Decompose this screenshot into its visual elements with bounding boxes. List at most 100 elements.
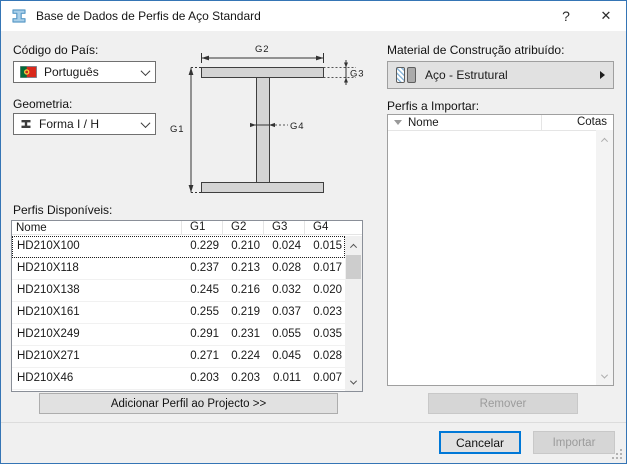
- cell-nome: HD210X161: [17, 306, 80, 318]
- table-row[interactable]: HD210X100 0.229 0.210 0.024 0.015: [12, 236, 345, 258]
- chevron-down-icon: [140, 117, 151, 128]
- help-icon: ?: [562, 8, 570, 24]
- beam-top-flange: [201, 67, 324, 78]
- cell-nome: HD210X249: [17, 328, 80, 340]
- cell-g3: 0.037: [272, 306, 301, 318]
- column-g1[interactable]: G1: [181, 221, 222, 235]
- cell-g4: 0.035: [313, 328, 342, 340]
- available-table-header: Nome G1 G2 G3 G4: [12, 221, 362, 235]
- cell-nome: HD210X52: [12, 390, 181, 391]
- available-scrollbar[interactable]: [345, 236, 362, 391]
- cell-g1: 0.245: [190, 284, 219, 296]
- dim-label-g3: G3: [350, 69, 364, 80]
- resize-grip[interactable]: [612, 449, 622, 459]
- cell-g4: 0.008: [304, 390, 345, 391]
- table-row[interactable]: HD210X46 0.203 0.203 0.011 0.007: [12, 368, 345, 390]
- import-scrollbar[interactable]: [596, 130, 613, 385]
- cell-g2: 0.213: [231, 262, 260, 274]
- cell-g4: 0.028: [313, 350, 342, 362]
- country-select[interactable]: Português: [13, 61, 156, 83]
- material-swatch-icon: [396, 67, 416, 83]
- geometry-select[interactable]: Forma I / H: [13, 113, 156, 135]
- import-table-header: Nome Cotas: [388, 115, 613, 131]
- chevron-down-icon: [140, 65, 151, 76]
- cell-g2: 0.204: [222, 390, 263, 391]
- cell-g3: 0.011: [273, 372, 301, 384]
- available-profiles-table: Nome G1 G2 G3 G4 HD210X100 0.229 0.210 0…: [11, 220, 363, 392]
- sort-icon[interactable]: [388, 120, 408, 125]
- footer-divider: [1, 422, 626, 423]
- beam-bottom-flange: [201, 182, 324, 193]
- scrollbar-thumb[interactable]: [346, 255, 361, 279]
- available-profiles-label: Perfis Disponíveis:: [13, 203, 113, 217]
- cell-g2: 0.210: [231, 240, 260, 252]
- table-row-clipped[interactable]: HD210X52 0.206 0.204 0.012 0.008: [12, 390, 345, 391]
- import-column-cotas[interactable]: Cotas: [541, 115, 613, 131]
- table-row[interactable]: HD210X249 0.291 0.231 0.055 0.035: [12, 324, 345, 346]
- cell-g1: 0.255: [190, 306, 219, 318]
- cell-g3: 0.012: [263, 390, 304, 391]
- column-g2[interactable]: G2: [222, 221, 263, 235]
- cell-g1: 0.206: [181, 390, 222, 391]
- cell-g3: 0.055: [272, 328, 301, 340]
- add-profile-button[interactable]: Adicionar Perfil ao Projecto >>: [39, 393, 338, 414]
- cell-nome: HD210X138: [17, 284, 80, 296]
- material-button[interactable]: Aço - Estrutural: [387, 61, 614, 89]
- table-row[interactable]: HD210X138 0.245 0.216 0.032 0.020: [12, 280, 345, 302]
- cell-g2: 0.203: [231, 372, 260, 384]
- import-list-label: Perfis a Importar:: [387, 99, 480, 113]
- cell-g2: 0.224: [231, 350, 260, 362]
- cell-g4: 0.020: [313, 284, 342, 296]
- scroll-down-icon[interactable]: [345, 374, 362, 391]
- arrow-right-icon: [600, 71, 605, 79]
- title-bar: Base de Dados de Perfis de Aço Standard …: [1, 1, 626, 31]
- dim-label-g1: G1: [170, 124, 184, 135]
- steel-profile-database-dialog: Base de Dados de Perfis de Aço Standard …: [0, 0, 627, 464]
- dim-label-g2: G2: [255, 44, 269, 55]
- material-value: Aço - Estrutural: [425, 68, 508, 82]
- cancel-button[interactable]: Cancelar: [439, 431, 521, 454]
- cell-nome: HD210X118: [17, 262, 79, 274]
- geometry-selected-value: Forma I / H: [39, 117, 100, 131]
- dim-label-g4: G4: [290, 121, 304, 132]
- cell-g3: 0.028: [272, 262, 301, 274]
- table-row[interactable]: HD210X271 0.271 0.224 0.045 0.028: [12, 346, 345, 368]
- profile-dimension-diagram: G2 G1 G3 G4: [170, 44, 364, 193]
- cell-g3: 0.024: [272, 240, 301, 252]
- cell-g2: 0.219: [231, 306, 260, 318]
- cell-g4: 0.023: [313, 306, 342, 318]
- country-selected-value: Português: [44, 65, 99, 79]
- cell-nome: HD210X271: [17, 350, 80, 362]
- column-g3[interactable]: G3: [263, 221, 304, 235]
- ibeam-app-icon: [12, 9, 26, 23]
- help-button[interactable]: ?: [546, 1, 586, 31]
- column-g4[interactable]: G4: [304, 221, 345, 235]
- cell-g4: 0.007: [313, 372, 342, 384]
- cell-g3: 0.032: [272, 284, 301, 296]
- scroll-up-icon[interactable]: [596, 130, 613, 147]
- scroll-up-icon[interactable]: [345, 236, 362, 253]
- portugal-flag-icon: [20, 66, 37, 78]
- table-row[interactable]: HD210X161 0.255 0.219 0.037 0.023: [12, 302, 345, 324]
- available-table-body: HD210X100 0.229 0.210 0.024 0.015 HD210X…: [12, 236, 345, 391]
- column-nome[interactable]: Nome: [12, 222, 181, 234]
- cell-g1: 0.229: [190, 240, 219, 252]
- country-code-label: Código do País:: [13, 43, 99, 57]
- import-button[interactable]: Importar: [533, 431, 615, 454]
- table-row[interactable]: HD210X118 0.237 0.213 0.028 0.017: [12, 258, 345, 280]
- ibeam-shape-icon: [21, 120, 31, 128]
- remove-button[interactable]: Remover: [428, 393, 578, 414]
- profiles-to-import-table: Nome Cotas: [387, 114, 614, 386]
- cell-g3: 0.045: [272, 350, 301, 362]
- import-column-nome[interactable]: Nome: [408, 117, 541, 129]
- cell-g4: 0.015: [313, 240, 342, 252]
- cell-g1: 0.203: [190, 372, 219, 384]
- window-title: Base de Dados de Perfis de Aço Standard: [36, 9, 261, 23]
- close-icon: ✕: [600, 8, 612, 23]
- cell-g2: 0.216: [231, 284, 260, 296]
- close-button[interactable]: ✕: [586, 1, 626, 31]
- scroll-down-icon[interactable]: [596, 368, 613, 385]
- material-label: Material de Construção atribuído:: [387, 43, 565, 57]
- geometry-label: Geometria:: [13, 97, 73, 111]
- cell-nome: HD210X46: [17, 372, 74, 384]
